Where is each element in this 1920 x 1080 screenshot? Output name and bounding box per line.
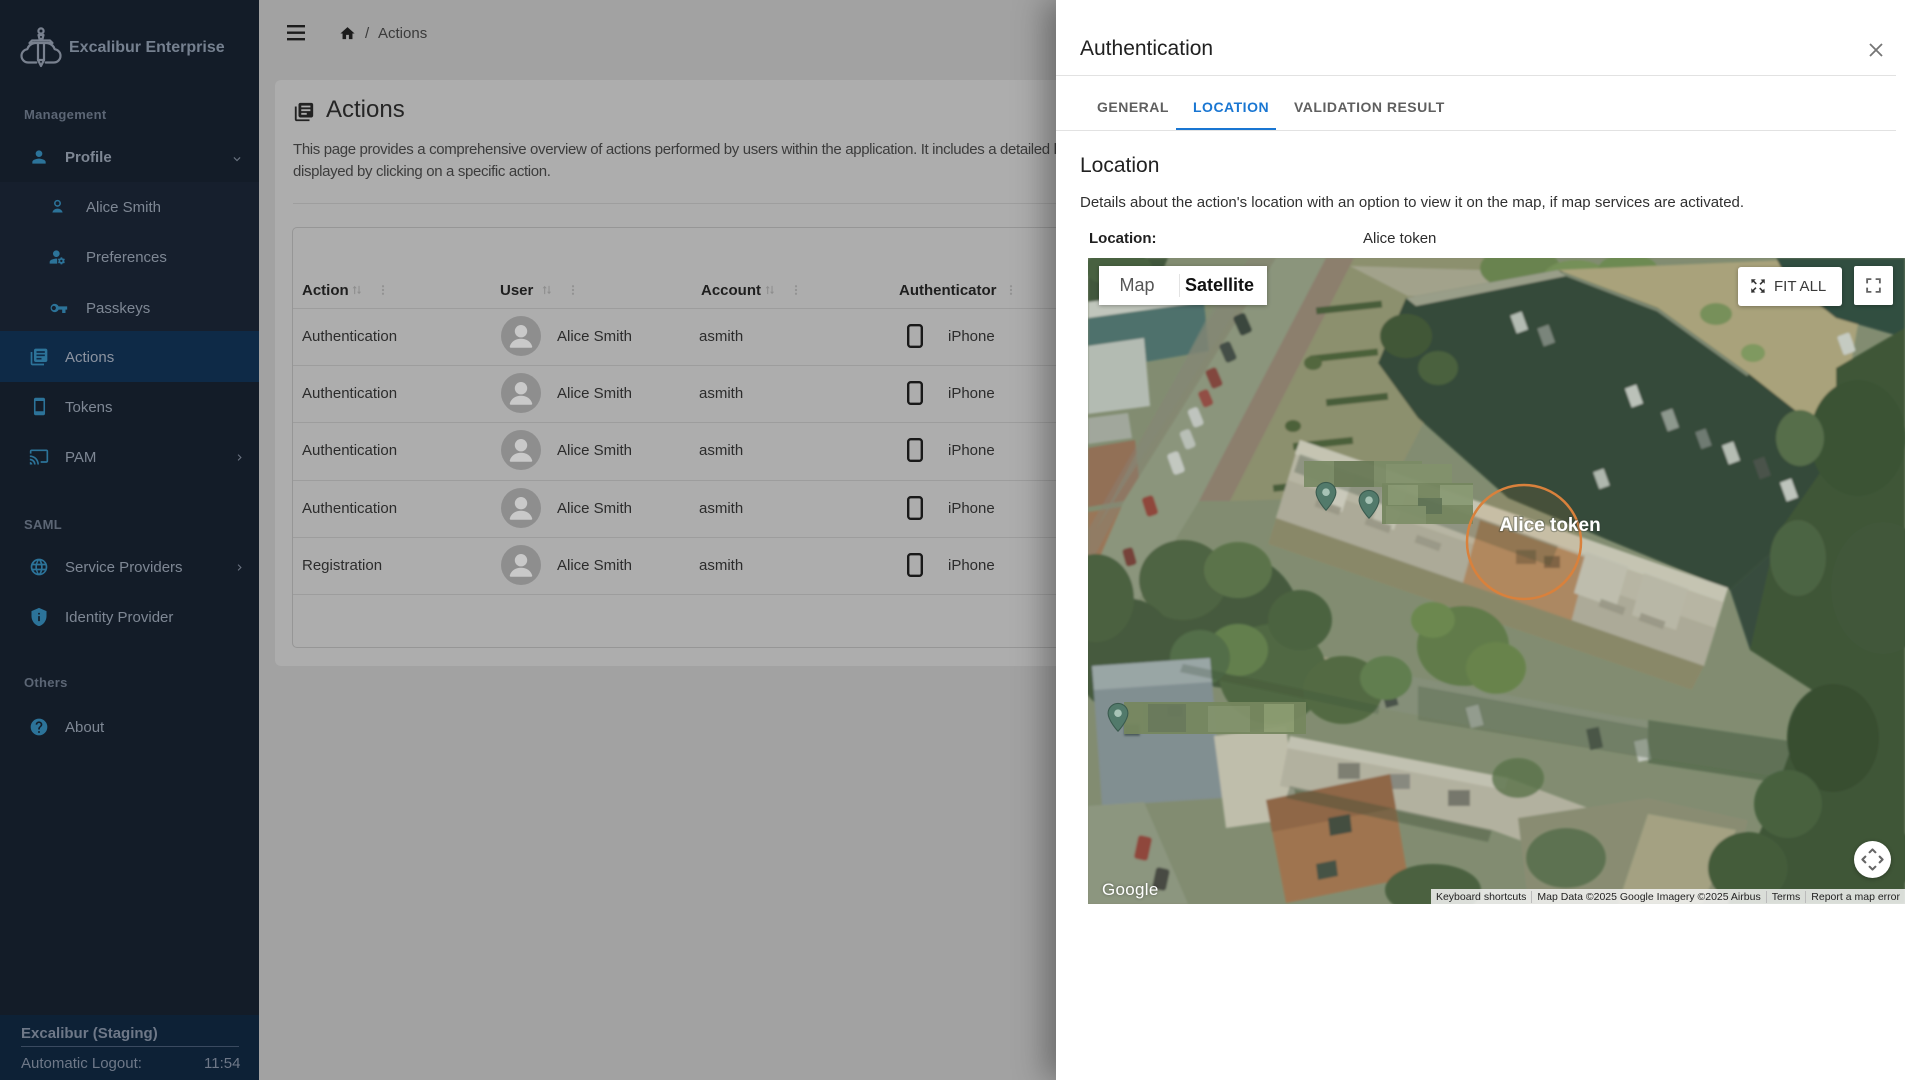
svg-text:Alice token: Alice token — [1499, 515, 1600, 536]
